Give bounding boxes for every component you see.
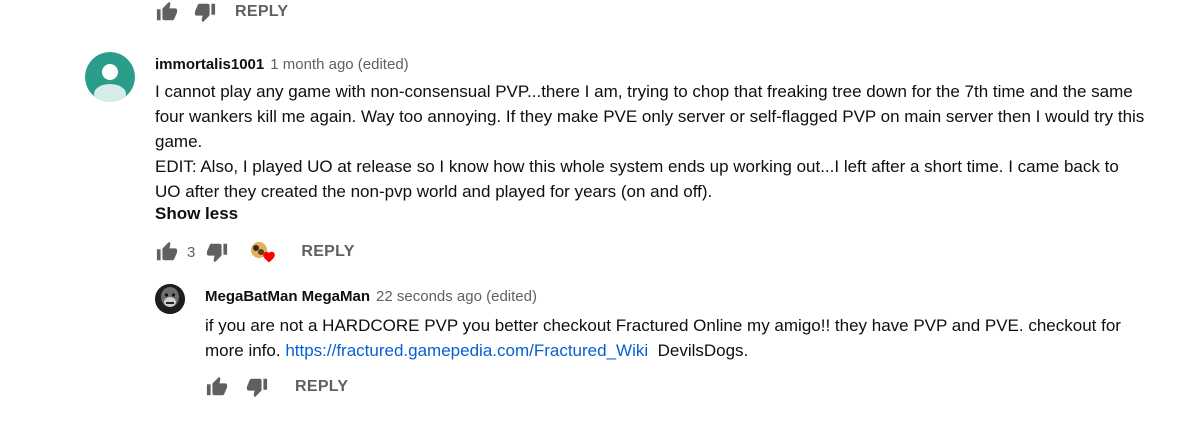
- reply-button[interactable]: REPLY: [235, 3, 288, 21]
- reply-header: MegaBatMan MegaMan 22 seconds ago (edite…: [205, 286, 537, 306]
- reply-text-line: if you are not a HARDCORE PVP you better…: [205, 316, 1121, 335]
- comment-actions: 3 REPLY: [155, 240, 355, 264]
- gorilla-avatar-icon: [155, 284, 185, 314]
- creator-heart-badge: [249, 240, 276, 264]
- reply-text-suffix: DevilsDogs.: [648, 341, 749, 360]
- like-count: 3: [187, 243, 196, 261]
- thumbs-up-icon[interactable]: [205, 375, 229, 399]
- thumbs-down-icon[interactable]: [205, 240, 229, 264]
- reply-button[interactable]: REPLY: [301, 243, 354, 261]
- reply-text-line: more info. https://fractured.gamepedia.c…: [205, 338, 1185, 363]
- wiki-link[interactable]: https://fractured.gamepedia.com/Fracture…: [285, 341, 648, 360]
- thumbs-up-icon[interactable]: [155, 240, 179, 264]
- comment-text-line: UO after they created the non-pvp world …: [155, 182, 713, 201]
- reply-body: if you are not a HARDCORE PVP you better…: [205, 313, 1185, 363]
- reply-actions: REPLY: [205, 375, 348, 399]
- thumbs-up-icon[interactable]: [155, 0, 179, 24]
- heart-icon: [263, 251, 276, 263]
- comment-text-line: game.: [155, 132, 203, 151]
- reply-button[interactable]: REPLY: [295, 378, 348, 396]
- comment-text-line: four wankers kill me again. Way too anno…: [155, 107, 1145, 126]
- thumbs-down-icon[interactable]: [193, 0, 217, 24]
- thumbs-down-icon[interactable]: [245, 375, 269, 399]
- reply-text-prefix: more info.: [205, 341, 286, 360]
- comment-header: immortalis1001 1 month ago (edited): [155, 54, 409, 74]
- comment-body: I cannot play any game with non-consensu…: [155, 79, 1185, 204]
- reply-author[interactable]: MegaBatMan MegaMan: [205, 288, 370, 305]
- comment-timestamp[interactable]: 1 month ago (edited): [270, 56, 408, 73]
- reply-timestamp[interactable]: 22 seconds ago (edited): [376, 288, 537, 305]
- avatar[interactable]: [155, 284, 185, 314]
- avatar[interactable]: [85, 52, 135, 102]
- comment-text-line: EDIT: Also, I played UO at release so I …: [155, 157, 1119, 176]
- user-avatar-icon: [85, 52, 135, 102]
- prev-comment-actions: REPLY: [155, 0, 288, 24]
- show-less-button[interactable]: Show less: [155, 204, 238, 224]
- comment-text-line: I cannot play any game with non-consensu…: [155, 82, 1133, 101]
- comment-author[interactable]: immortalis1001: [155, 56, 264, 73]
